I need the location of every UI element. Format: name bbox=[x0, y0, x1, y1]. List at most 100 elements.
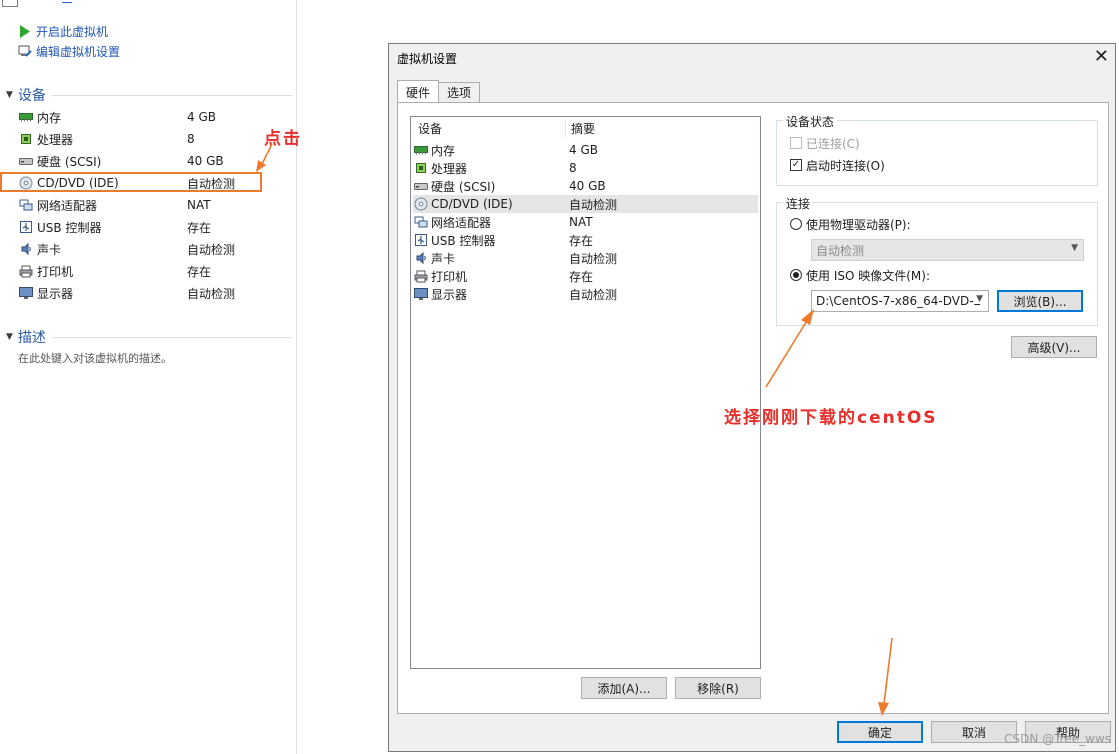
physical-drive-select[interactable]: 自动检测 ▼ bbox=[811, 239, 1084, 261]
power-on-vm-action[interactable]: 开启此虚拟机 bbox=[18, 22, 108, 40]
click-arrow-annotation bbox=[256, 143, 273, 172]
physical-drive-radio[interactable]: 使用物理驱动器(P): bbox=[790, 215, 911, 233]
hardware-summary: 自动检测 bbox=[569, 251, 618, 266]
hardware-row-cd-dvd[interactable]: CD/DVD (IDE) 自动检测 bbox=[413, 195, 758, 213]
hardware-list-header: 设备 摘要 bbox=[411, 117, 760, 139]
device-name: 声卡 bbox=[37, 242, 62, 257]
hardware-row-printer[interactable]: 打印机 存在 bbox=[413, 267, 758, 285]
column-header-summary[interactable]: 摘要 bbox=[566, 120, 595, 137]
iso-arrow-annotation bbox=[765, 309, 814, 388]
hardware-row-usb[interactable]: USB 控制器 存在 bbox=[413, 231, 758, 249]
hardware-name: 声卡 bbox=[431, 251, 456, 266]
tab-corner bbox=[2, 0, 18, 7]
device-value: 4 GB bbox=[187, 110, 216, 124]
hardware-row-display[interactable]: 显示器 自动检测 bbox=[413, 285, 758, 303]
connection-title: 连接 bbox=[783, 195, 814, 212]
device-row-processor[interactable]: 处理器 8 bbox=[18, 129, 288, 149]
hardware-row-memory[interactable]: 内存 4 GB bbox=[413, 141, 758, 159]
connect-at-power-on-label: 启动时连接(O) bbox=[806, 158, 885, 173]
device-value: 自动检测 bbox=[187, 176, 236, 191]
hardware-list[interactable]: 设备 摘要 内存 4 GB 处理器 8 硬盘 (SCSI) 40 GB CD/DVD (ID… bbox=[410, 116, 761, 669]
memory-icon bbox=[18, 110, 34, 124]
device-status-title: 设备状态 bbox=[783, 113, 838, 130]
device-value: 8 bbox=[187, 132, 195, 146]
watermark: CSDN @Tree_wws bbox=[1004, 732, 1111, 746]
ok-button[interactable]: 确定 bbox=[837, 721, 923, 743]
printer-icon bbox=[413, 269, 429, 283]
network-adapter-icon bbox=[413, 215, 429, 229]
device-name: 处理器 bbox=[37, 132, 74, 147]
device-value: 存在 bbox=[187, 220, 212, 235]
checkmark-icon: ✓ bbox=[790, 159, 802, 171]
physical-drive-value: 自动检测 bbox=[816, 243, 865, 258]
hardware-summary: 自动检测 bbox=[569, 197, 618, 212]
device-row-memory[interactable]: 内存 4 GB bbox=[18, 107, 288, 127]
device-row-printer[interactable]: 打印机 存在 bbox=[18, 261, 288, 281]
hardware-summary: 存在 bbox=[569, 233, 594, 248]
memory-icon bbox=[413, 143, 429, 157]
tab-options[interactable]: 选项 bbox=[438, 82, 481, 102]
add-hardware-button[interactable]: 添加(A)... bbox=[581, 677, 667, 699]
ok-arrow-annotation bbox=[878, 637, 893, 716]
device-name: USB 控制器 bbox=[37, 220, 102, 235]
description-section-header[interactable]: ▼ 描述 bbox=[6, 328, 296, 346]
devices-section-header[interactable]: ▼ 设备 bbox=[6, 86, 296, 104]
iso-image-radio[interactable]: 使用 ISO 映像文件(M): bbox=[790, 266, 930, 284]
processor-icon bbox=[413, 161, 429, 175]
device-name: 显示器 bbox=[37, 286, 74, 301]
iso-path-value: D:\CentOS-7-x86_64-DVD-2 bbox=[816, 294, 982, 308]
iso-path-combo[interactable]: D:\CentOS-7-x86_64-DVD-2 ▼ bbox=[811, 290, 989, 312]
remove-hardware-button[interactable]: 移除(R) bbox=[675, 677, 761, 699]
device-row-network-adapter[interactable]: 网络适配器 NAT bbox=[18, 195, 288, 215]
hardware-row-network-adapter[interactable]: 网络适配器 NAT bbox=[413, 213, 758, 231]
hardware-summary: 40 GB bbox=[569, 179, 606, 193]
play-icon bbox=[18, 24, 32, 38]
device-row-display[interactable]: 显示器 自动检测 bbox=[18, 283, 288, 303]
sound-card-icon bbox=[413, 251, 429, 265]
device-name: 打印机 bbox=[37, 264, 74, 279]
network-adapter-icon bbox=[18, 198, 34, 212]
radio-unselected-icon bbox=[790, 218, 802, 230]
display-icon bbox=[18, 286, 34, 300]
hardware-name: CD/DVD (IDE) bbox=[431, 197, 513, 211]
device-name: 硬盘 (SCSI) bbox=[37, 154, 102, 169]
hardware-row-hard-disk[interactable]: 硬盘 (SCSI) 40 GB bbox=[413, 177, 758, 195]
edit-vm-settings-action[interactable]: 编辑虚拟机设置 bbox=[18, 42, 120, 60]
section-divider bbox=[52, 95, 292, 96]
device-row-sound-card[interactable]: 声卡 自动检测 bbox=[18, 239, 288, 259]
hardware-name: 网络适配器 bbox=[431, 215, 492, 230]
hard-disk-icon bbox=[18, 154, 34, 168]
device-name: 网络适配器 bbox=[37, 198, 98, 213]
description-placeholder[interactable]: 在此处键入对该虚拟机的描述。 bbox=[18, 350, 172, 366]
advanced-button[interactable]: 高级(V)... bbox=[1011, 336, 1097, 358]
hardware-summary: 8 bbox=[569, 161, 577, 175]
collapse-triangle-icon: ▼ bbox=[6, 90, 13, 100]
hardware-summary: 4 GB bbox=[569, 143, 598, 157]
connect-at-power-on-checkbox[interactable]: ✓ 启动时连接(O) bbox=[790, 156, 885, 174]
physical-drive-label: 使用物理驱动器(P): bbox=[806, 217, 911, 232]
iso-image-label: 使用 ISO 映像文件(M): bbox=[806, 268, 930, 283]
hardware-row-processor[interactable]: 处理器 8 bbox=[413, 159, 758, 177]
tab-hardware[interactable]: 硬件 bbox=[397, 80, 440, 103]
cd-dvd-icon bbox=[413, 197, 429, 211]
connected-checkbox[interactable]: 已连接(C) bbox=[790, 134, 860, 152]
close-icon[interactable]: ✕ bbox=[1094, 46, 1109, 67]
device-row-usb[interactable]: USB 控制器 存在 bbox=[18, 217, 288, 237]
collapse-triangle-icon: ▼ bbox=[6, 332, 13, 342]
device-row-cd-dvd[interactable]: CD/DVD (IDE) 自动检测 bbox=[18, 173, 288, 193]
hardware-name: USB 控制器 bbox=[431, 233, 496, 248]
hardware-name: 打印机 bbox=[431, 269, 468, 284]
device-value: 存在 bbox=[187, 264, 212, 279]
tab-indicator bbox=[62, 2, 72, 3]
connected-checkbox-box bbox=[790, 137, 802, 149]
hardware-row-sound-card[interactable]: 声卡 自动检测 bbox=[413, 249, 758, 267]
hardware-summary: 自动检测 bbox=[569, 287, 618, 302]
browse-button[interactable]: 浏览(B)... bbox=[997, 290, 1083, 312]
column-header-device[interactable]: 设备 bbox=[411, 119, 566, 137]
display-icon bbox=[413, 287, 429, 301]
device-value: NAT bbox=[187, 198, 211, 212]
hard-disk-icon bbox=[413, 179, 429, 193]
edit-vm-settings-label: 编辑虚拟机设置 bbox=[36, 44, 121, 59]
dialog-title: 虚拟机设置 bbox=[397, 52, 458, 66]
device-row-hard-disk[interactable]: 硬盘 (SCSI) 40 GB bbox=[18, 151, 288, 171]
